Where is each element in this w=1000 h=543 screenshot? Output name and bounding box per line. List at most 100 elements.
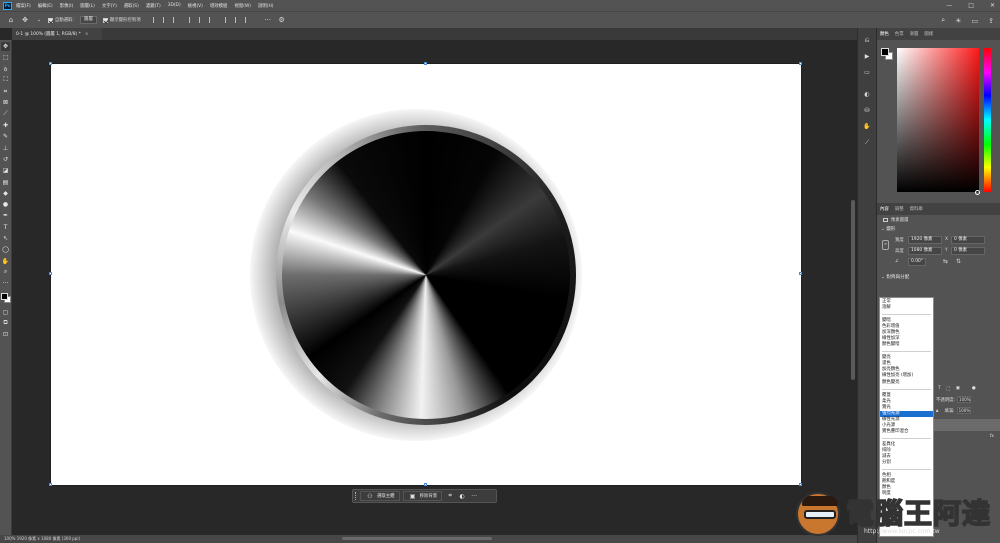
remove-background-button[interactable]: ▣ 移除背景 [402, 491, 443, 501]
transform-handle[interactable] [49, 62, 52, 65]
gradient-tool-icon[interactable]: ▤ [1, 178, 10, 187]
chevron-down-icon[interactable]: ⌄ [34, 15, 44, 25]
transform-handle[interactable] [799, 272, 802, 275]
pen-tool-icon[interactable]: ✒ [1, 211, 10, 220]
align-center-icon[interactable] [162, 17, 169, 23]
lock-icon[interactable]: 🔒︎ [936, 408, 938, 414]
opacity-field[interactable]: 100% [957, 396, 972, 403]
home-icon[interactable]: ⌂ [6, 15, 16, 25]
menu-item[interactable]: 編輯(E) [38, 3, 53, 9]
menu-item[interactable]: 濾鏡(T) [146, 3, 161, 9]
brush-settings-icon[interactable]: ⟋ [862, 138, 872, 148]
more-options-icon[interactable]: ··· [263, 15, 273, 25]
drag-grip-icon[interactable] [355, 492, 357, 500]
link-icon[interactable]: ∞ [882, 240, 889, 250]
settings-gear-icon[interactable]: ⚙ [277, 15, 287, 25]
quick-mask-icon[interactable]: ▢ [1, 308, 10, 317]
menu-item[interactable]: 檢視(V) [188, 3, 203, 9]
hand-icon[interactable]: ✋ [862, 122, 872, 132]
menu-item[interactable]: 說明(H) [258, 3, 274, 9]
panel-color-swatches[interactable] [881, 48, 893, 62]
hue-slider[interactable] [984, 48, 991, 192]
screen-mode-icon[interactable]: ⧉ [1, 319, 10, 328]
move-tool-icon[interactable]: ✥ [20, 15, 30, 25]
marquee-tool-icon[interactable]: ⬚ [1, 53, 10, 62]
tab-adjustments[interactable]: 調整 [895, 206, 904, 212]
foreground-color[interactable] [881, 48, 889, 56]
workspace-icon[interactable]: ▭ [972, 17, 979, 25]
menu-item[interactable]: 影像(I) [60, 3, 74, 9]
transform-handle[interactable] [799, 483, 802, 486]
menu-item[interactable]: 檔案(F) [16, 3, 31, 9]
crop-tool-icon[interactable]: ⌗ [1, 87, 10, 96]
foreground-color[interactable] [0, 292, 8, 300]
search-icon[interactable]: ⌕ [941, 16, 945, 25]
document-canvas[interactable] [49, 62, 802, 486]
tab-properties[interactable]: 內容 [880, 206, 889, 212]
color-picker-cursor[interactable] [975, 190, 980, 195]
menu-item[interactable]: 圖層(L) [80, 3, 95, 9]
eraser-tool-icon[interactable]: ◪ [1, 166, 10, 175]
adjustments-icon[interactable]: ◐ [862, 90, 872, 100]
align-left-icon[interactable] [152, 17, 159, 23]
fx-icon[interactable]: fx [990, 434, 994, 439]
edit-toolbar-icon[interactable]: ··· [1, 279, 10, 288]
object-select-tool-icon[interactable]: ⛶ [1, 76, 10, 85]
distribute-icon[interactable] [224, 17, 231, 23]
clone-stamp-tool-icon[interactable]: ⊥ [1, 144, 10, 153]
tab-swatches[interactable]: 色票 [895, 31, 904, 37]
more-icon[interactable]: ··· [469, 493, 479, 500]
distribute-icon[interactable] [244, 17, 251, 23]
menu-item[interactable]: 文字(Y) [102, 3, 117, 9]
frame-tool-icon[interactable]: ⊠ [1, 98, 10, 107]
align-middle-icon[interactable] [198, 17, 205, 23]
tab-gradients[interactable]: 漸層 [910, 31, 919, 37]
color-swatches[interactable] [0, 292, 11, 304]
y-field[interactable]: 0 像素 [951, 246, 985, 255]
transform-handle[interactable] [49, 272, 52, 275]
flip-vertical-icon[interactable]: ⇅ [956, 258, 961, 265]
share-icon[interactable]: ⇪ [988, 17, 994, 25]
dodge-tool-icon[interactable]: ● [1, 200, 10, 209]
filter-toggle-icon[interactable]: ● [972, 386, 976, 391]
flip-horizontal-icon[interactable]: ⇆ [943, 258, 948, 265]
select-subject-button[interactable]: ⚇ 選取主體 [360, 491, 400, 501]
discover-icon[interactable]: ☀ [955, 17, 961, 25]
align-top-icon[interactable] [188, 17, 195, 23]
adjustment-icon[interactable]: ◐ [457, 493, 467, 500]
tab-patterns[interactable]: 圖樣 [924, 31, 933, 37]
menu-item[interactable]: 3D(D) [168, 3, 181, 9]
smart-filter-icon[interactable]: ▣ [956, 386, 960, 391]
healing-brush-tool-icon[interactable]: ✚ [1, 121, 10, 130]
auto-select-checkbox[interactable]: 自動選取: [48, 17, 74, 23]
maximize-button[interactable]: □ [968, 2, 974, 9]
minimize-button[interactable]: — [946, 2, 952, 9]
show-transform-checkbox[interactable]: 顯示變形控制項 [102, 17, 141, 23]
angle-field[interactable]: 0.00° [908, 257, 926, 266]
transform-handle[interactable] [799, 62, 802, 65]
tab-libraries[interactable]: 資料庫 [910, 206, 923, 212]
selected-layer-row[interactable] [934, 419, 1000, 431]
menu-item[interactable]: 視窗(W) [234, 3, 251, 9]
shape-tool-icon[interactable]: ◯ [1, 245, 10, 254]
distribute-icon[interactable] [234, 17, 241, 23]
path-select-tool-icon[interactable]: ↖ [1, 234, 10, 243]
align-right-icon[interactable] [172, 17, 179, 23]
transform-handle[interactable] [424, 62, 427, 65]
menu-item[interactable]: 增效模組 [210, 3, 228, 9]
zoom-tool-icon[interactable]: ⌕ [1, 268, 10, 277]
lasso-tool-icon[interactable]: ꝺ [1, 65, 10, 74]
align-section-title[interactable]: ⌄ 對齊與分配 [877, 273, 1000, 282]
x-field[interactable]: 0 像素 [951, 235, 985, 244]
transform-section-title[interactable]: ⌄ 變形 [877, 225, 1000, 234]
actions-play-icon[interactable]: ▶ [862, 52, 872, 62]
close-tab-icon[interactable]: × [85, 32, 89, 37]
height-field[interactable]: 1080 像素 [908, 246, 942, 255]
align-bottom-icon[interactable] [208, 17, 215, 23]
document-tab[interactable]: 0-1 @ 100% (圖層 1, RGB/8) * × [12, 28, 102, 40]
blur-tool-icon[interactable]: ◆ [1, 189, 10, 198]
hand-tool-icon[interactable]: ✋ [1, 257, 10, 266]
auto-select-dropdown[interactable]: 圖層 [80, 16, 97, 24]
width-field[interactable]: 1920 像素 [908, 235, 942, 244]
close-button[interactable]: ✕ [990, 2, 995, 9]
